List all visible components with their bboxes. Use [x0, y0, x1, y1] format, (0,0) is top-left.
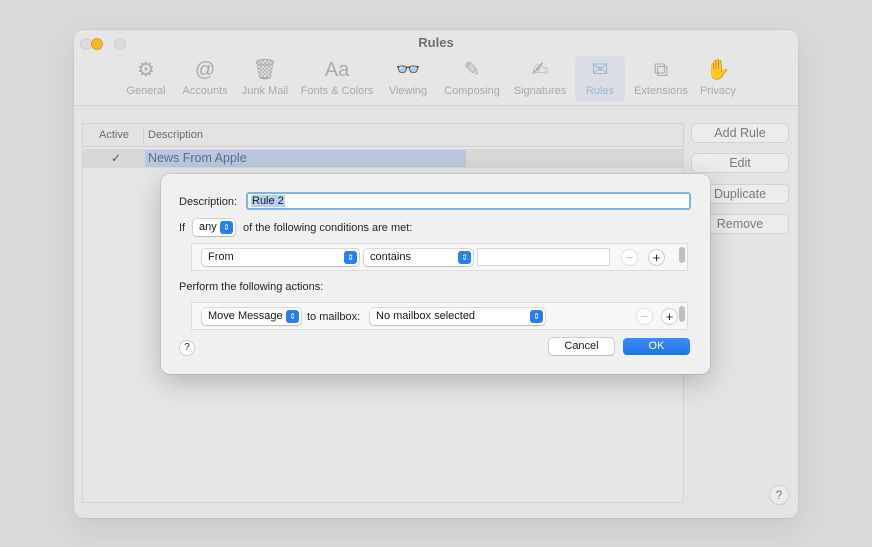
tab-junk-mail[interactable]: 🗑 Junk Mail: [238, 56, 292, 102]
mailbox-popup-value: No mailbox selected: [376, 310, 476, 322]
action-type-value: Move Message: [208, 310, 283, 322]
tab-privacy[interactable]: ✋ Privacy: [696, 56, 740, 102]
rules-envelope-icon: ✉: [591, 59, 609, 81]
add-action-button[interactable]: +: [661, 308, 678, 325]
action-type-popup[interactable]: Move Message ⇕: [202, 308, 301, 325]
signature-icon: ✍: [531, 59, 549, 81]
rule-description[interactable]: News From Apple: [145, 150, 466, 167]
tab-composing-label: Composing: [444, 85, 500, 97]
tab-rules-label: Rules: [585, 85, 615, 97]
help-button[interactable]: ?: [769, 485, 789, 505]
at-icon: @: [194, 59, 216, 81]
if-label: If: [179, 222, 186, 234]
rule-active-checkbox[interactable]: ✓: [111, 151, 121, 165]
tab-privacy-label: Privacy: [699, 85, 737, 97]
condition-value-field[interactable]: [477, 248, 610, 266]
tab-rules[interactable]: ✉ Rules: [575, 56, 625, 102]
actions-box: Move Message ⇕ No mailbox selected ⇕ − +: [191, 302, 688, 330]
hand-icon: ✋: [705, 59, 731, 81]
column-separator: [143, 128, 144, 143]
popup-stepper-icon: ⇕: [344, 251, 357, 264]
mailbox-popup[interactable]: No mailbox selected ⇕: [370, 308, 545, 325]
rules-list-header: Active Description: [83, 124, 683, 147]
remove-action-button[interactable]: −: [636, 308, 653, 325]
rule-editor-sheet: Description: Rule 2 If any ⇕ of the foll…: [161, 174, 710, 374]
gear-icon: ⚙: [137, 59, 155, 81]
conditions-scrollbar[interactable]: [679, 247, 685, 263]
to-mailbox-label: to mailbox:: [307, 311, 361, 323]
tab-fonts-colors-label: Fonts & Colors: [300, 85, 374, 97]
fonts-icon: Aa: [324, 59, 350, 81]
tab-fonts-colors[interactable]: Aa Fonts & Colors: [298, 56, 376, 102]
titlebar: Rules ⚙ General @ Accounts 🗑 Junk Mail A…: [74, 30, 798, 106]
compose-icon: ✎: [463, 59, 481, 81]
tab-signatures[interactable]: ✍ Signatures: [510, 56, 570, 102]
condition-field-value: From: [208, 251, 234, 263]
popup-stepper-icon: ⇕: [530, 310, 543, 323]
column-header-description[interactable]: Description: [148, 129, 203, 141]
match-popup-value: any: [199, 221, 217, 233]
description-value: Rule 2: [251, 195, 285, 207]
add-condition-button[interactable]: +: [648, 249, 665, 266]
description-label: Description:: [179, 196, 238, 208]
tab-signatures-label: Signatures: [513, 85, 567, 97]
match-popup[interactable]: any ⇕: [193, 219, 235, 236]
tab-junk-mail-label: Junk Mail: [241, 85, 289, 97]
conditions-suffix-label: of the following conditions are met:: [243, 222, 413, 234]
remove-condition-button[interactable]: −: [621, 249, 638, 266]
window-title: Rules: [418, 35, 454, 50]
rule-row[interactable]: ✓ News From Apple: [83, 149, 683, 168]
condition-operator-popup[interactable]: contains ⇕: [364, 249, 473, 266]
tab-extensions[interactable]: ⧉ Extensions: [632, 56, 690, 102]
cancel-button[interactable]: Cancel: [549, 338, 614, 355]
condition-field-popup[interactable]: From ⇕: [202, 249, 359, 266]
edit-rule-button[interactable]: Edit: [691, 153, 789, 173]
popup-stepper-icon: ⇕: [458, 251, 471, 264]
description-field[interactable]: Rule 2: [246, 192, 691, 210]
column-header-active[interactable]: Active: [99, 129, 129, 141]
tab-composing[interactable]: ✎ Composing: [440, 56, 504, 102]
actions-scrollbar[interactable]: [679, 306, 685, 322]
junk-mail-icon: 🗑: [252, 59, 278, 81]
tab-extensions-label: Extensions: [634, 85, 688, 97]
sheet-help-button[interactable]: ?: [179, 340, 195, 356]
tab-general[interactable]: ⚙ General: [124, 56, 168, 102]
popup-stepper-icon: ⇕: [220, 221, 233, 234]
tab-accounts-label: Accounts: [182, 85, 228, 97]
perform-actions-label: Perform the following actions:: [179, 281, 324, 293]
conditions-box: From ⇕ contains ⇕ − +: [191, 243, 688, 271]
glasses-icon: 👓: [395, 59, 421, 81]
tab-viewing-label: Viewing: [388, 85, 428, 97]
condition-operator-value: contains: [370, 251, 411, 263]
tab-general-label: General: [126, 85, 166, 97]
tab-viewing[interactable]: 👓 Viewing: [384, 56, 432, 102]
add-rule-button[interactable]: Add Rule: [691, 123, 789, 143]
tab-accounts[interactable]: @ Accounts: [178, 56, 232, 102]
ok-button[interactable]: OK: [623, 338, 690, 355]
extensions-icon: ⧉: [653, 59, 669, 81]
popup-stepper-icon: ⇕: [286, 310, 299, 323]
